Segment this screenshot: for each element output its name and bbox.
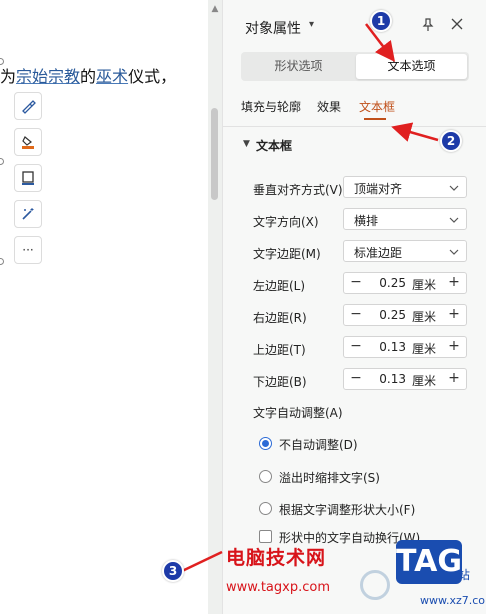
watermark-url: www.tagxp.com	[226, 580, 330, 595]
scroll-up-icon[interactable]: ▲	[209, 4, 221, 14]
tab-shape-options[interactable]: 形状选项	[243, 54, 354, 79]
panel-title[interactable]: 对象属性	[245, 18, 301, 38]
right-margin-stepper[interactable]: − 0.25 厘米 +	[343, 304, 467, 326]
autofit-label: 文字自动调整(A)	[253, 406, 343, 420]
bottom-margin-label: 下边距(B)	[253, 375, 307, 389]
brush-tool-button[interactable]	[14, 92, 42, 120]
radio-label[interactable]: 根据文字调整形状大小(F)	[279, 501, 415, 518]
decrement-button[interactable]: −	[350, 370, 362, 386]
top-margin-label: 上边距(T)	[253, 343, 306, 357]
shape-fill-button[interactable]	[14, 128, 42, 156]
wrap-text-checkbox[interactable]	[259, 530, 272, 543]
radio-no-autofit[interactable]	[259, 437, 272, 450]
increment-button[interactable]: +	[448, 274, 460, 290]
decrement-button[interactable]: −	[350, 338, 362, 354]
right-margin-label: 右边距(R)	[253, 311, 307, 325]
document-text-line[interactable]: 为宗始宗教的巫术仪式，	[0, 63, 176, 87]
subtab-effect[interactable]: 效果	[317, 98, 341, 115]
margin-dropdown[interactable]: 标准边距	[343, 240, 467, 262]
section-title-textbox[interactable]: 文本框	[256, 137, 292, 154]
shape-fill-icon	[22, 136, 34, 149]
valign-label: 垂直对齐方式(V)	[253, 183, 343, 197]
right-margin-value[interactable]: 0.25	[370, 308, 406, 322]
watermark-tag-side: 站	[458, 568, 471, 582]
chevron-down-icon	[449, 217, 459, 223]
radio-shrink-on-overflow[interactable]	[259, 470, 272, 483]
left-margin-label: 左边距(L)	[253, 279, 306, 293]
scrollbar-thumb[interactable]	[211, 108, 218, 200]
doc-text-underlined: 巫术	[96, 67, 129, 86]
direction-dropdown[interactable]: 横排	[343, 208, 467, 230]
direction-value: 横排	[354, 214, 379, 228]
magic-wand-button[interactable]	[14, 200, 42, 228]
radio-label[interactable]: 不自动调整(D)	[279, 436, 358, 453]
watermark-tag-logo: TAG	[396, 540, 462, 584]
radio-resize-shape[interactable]	[259, 502, 272, 515]
tab-text-options[interactable]: 文本选项	[356, 54, 467, 79]
increment-button[interactable]: +	[448, 370, 460, 386]
doc-text-segment: 仪式，	[128, 67, 177, 86]
unit-label: 厘米	[412, 278, 437, 292]
shape-handle[interactable]	[0, 258, 4, 265]
active-subtab-indicator	[364, 118, 386, 120]
increment-button[interactable]: +	[448, 338, 460, 354]
margin-value: 标准边距	[354, 246, 403, 260]
left-margin-stepper[interactable]: − 0.25 厘米 +	[343, 272, 467, 294]
step-badge-1: 1	[370, 10, 392, 32]
top-margin-stepper[interactable]: − 0.13 厘米 +	[343, 336, 467, 358]
pin-icon[interactable]	[419, 16, 437, 34]
subtab-fill-outline[interactable]: 填充与轮廓	[241, 98, 301, 115]
direction-label: 文字方向(X)	[253, 215, 319, 229]
subtab-textbox[interactable]: 文本框	[359, 98, 395, 115]
document-area[interactable]: 为宗始宗教的巫术仪式， ···	[0, 0, 208, 614]
shape-handle[interactable]	[0, 158, 4, 165]
collapse-triangle-icon[interactable]: ▼	[243, 139, 250, 149]
bottom-margin-value[interactable]: 0.13	[370, 372, 406, 386]
unit-label: 厘米	[412, 374, 437, 388]
decrement-button[interactable]: −	[350, 306, 362, 322]
divider	[223, 126, 486, 127]
outline-button[interactable]	[14, 164, 42, 192]
margin-label: 文字边距(M)	[253, 247, 321, 261]
chevron-down-icon	[449, 249, 459, 255]
watermark-site-name: 电脑技术网	[226, 547, 327, 569]
outline-icon	[22, 171, 34, 185]
close-icon[interactable]	[449, 16, 465, 32]
object-properties-panel: 对象属性 ▾ 形状选项 文本选项 填充与轮廓 效果 文本框 ▼ 文本框 垂直对齐…	[222, 0, 486, 614]
more-button[interactable]: ···	[14, 236, 42, 264]
chevron-down-icon[interactable]: ▾	[309, 19, 314, 30]
watermark-swirl-icon	[360, 570, 390, 600]
more-icon: ···	[22, 243, 34, 257]
step-badge-2: 2	[440, 130, 462, 152]
doc-text-segment: 的	[80, 67, 97, 86]
magic-wand-icon	[22, 208, 34, 220]
unit-label: 厘米	[412, 342, 437, 356]
bottom-margin-stepper[interactable]: − 0.13 厘米 +	[343, 368, 467, 390]
options-segmented-control: 形状选项 文本选项	[241, 52, 469, 81]
step-badge-3: 3	[162, 560, 184, 582]
brush-icon	[22, 100, 36, 114]
top-margin-value[interactable]: 0.13	[370, 340, 406, 354]
radio-label[interactable]: 溢出时缩排文字(S)	[279, 469, 380, 486]
doc-text-underlined: 宗始宗教	[16, 67, 81, 86]
unit-label: 厘米	[412, 310, 437, 324]
valign-dropdown[interactable]: 顶端对齐	[343, 176, 467, 198]
left-margin-value[interactable]: 0.25	[370, 276, 406, 290]
watermark-tag-url: www.xz7.com	[420, 594, 486, 607]
chevron-down-icon	[449, 185, 459, 191]
decrement-button[interactable]: −	[350, 274, 362, 290]
doc-text-segment: 为	[0, 67, 17, 86]
document-scrollbar[interactable]	[208, 0, 222, 614]
valign-value: 顶端对齐	[354, 182, 403, 196]
increment-button[interactable]: +	[448, 306, 460, 322]
